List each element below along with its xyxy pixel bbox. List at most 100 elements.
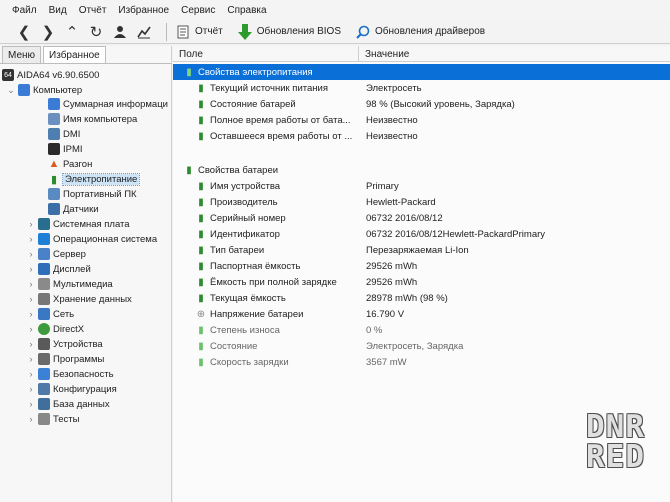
toolbar-separator — [166, 22, 167, 41]
column-value[interactable]: Значение — [365, 49, 409, 60]
expand-icon: › — [29, 339, 33, 349]
table-row[interactable]: ▮ Скорость зарядки 3567 mW — [173, 354, 670, 370]
up-icon[interactable]: ⌃ — [62, 22, 82, 42]
menu-file[interactable]: Файл — [12, 5, 37, 16]
battery-icon: ▮ — [198, 180, 204, 192]
tree-item-power[interactable]: ▮ Электропитание — [48, 172, 141, 186]
table-row[interactable]: ▮ Текущая ёмкость 28978 mWh (98 %) — [173, 290, 670, 306]
display-icon — [38, 263, 50, 275]
network-icon — [38, 308, 50, 320]
battery-icon: ▮ — [198, 292, 204, 304]
watermark-line-1: DNR — [586, 409, 645, 445]
tree-item-programs[interactable]: › Программы — [26, 352, 104, 366]
database-icon — [38, 398, 50, 410]
table-row[interactable]: ▮ Идентификатор 06732 2016/08/12Hewlett-P… — [173, 226, 670, 242]
table-row[interactable]: ▮ Состояние Электросеть, Зарядка — [173, 338, 670, 354]
menu-view[interactable]: Вид — [49, 5, 67, 16]
tree-item-network[interactable]: › Сеть — [26, 307, 74, 321]
tree-item-dmi[interactable]: DMI — [48, 127, 80, 141]
table-row[interactable]: ▮ Оставшееся время работы от ... Неизвест… — [173, 128, 670, 144]
table-row[interactable]: ▮ Тип батареи Перезаряжаемая Li-Ion — [173, 242, 670, 258]
server-icon — [38, 248, 50, 260]
table-row[interactable]: ▮ Текущий источник питания Электросеть — [173, 80, 670, 96]
flame-icon: ▲ — [48, 158, 60, 170]
table-row[interactable]: ▮ Состояние батарей 98 % (Высокий уровень… — [173, 96, 670, 112]
tree-item-overclock[interactable]: ▲ Разгон — [48, 157, 93, 171]
tree-item-directx[interactable]: › DirectX — [26, 322, 84, 336]
expand-icon: › — [29, 279, 33, 289]
download-arrow-icon — [237, 23, 253, 40]
nav-tabs: Меню Избранное — [0, 46, 171, 64]
battery-icon: ▮ — [198, 196, 204, 208]
column-field[interactable]: Поле — [179, 49, 203, 60]
menu-help[interactable]: Справка — [227, 5, 266, 16]
tree-item-security[interactable]: › Безопасность — [26, 367, 114, 381]
tab-menu[interactable]: Меню — [2, 46, 42, 63]
table-row[interactable]: ▮ Серийный номер 06732 2016/08/12 — [173, 210, 670, 226]
watermark-line-2: RED — [586, 439, 645, 475]
aida64-icon: 64 — [2, 69, 14, 81]
refresh-icon[interactable]: ↻ — [86, 22, 106, 42]
report-button[interactable]: Отчёт — [175, 24, 223, 40]
tree-item-database[interactable]: › База данных — [26, 397, 110, 411]
menu-report[interactable]: Отчёт — [79, 5, 107, 16]
tree-item-display[interactable]: › Дисплей — [26, 262, 91, 276]
tree-item-config[interactable]: › Конфигурация — [26, 382, 117, 396]
table-row[interactable]: ▮ Полное время работы от бата... Неизвест… — [173, 112, 670, 128]
table-row[interactable]: ▮ Степень износа 0 % — [173, 322, 670, 338]
menu-favorites[interactable]: Избранное — [118, 5, 169, 16]
table-row[interactable]: ⊕ Напряжение батареи 16.790 V — [173, 306, 670, 322]
chart-icon[interactable] — [134, 22, 154, 42]
table-row[interactable]: ▮ Производитель Hewlett-Packard — [173, 194, 670, 210]
expand-icon: › — [29, 384, 33, 394]
tree-item-summary[interactable]: Суммарная информаци — [48, 97, 168, 111]
tree-item-devices[interactable]: › Устройства — [26, 337, 103, 351]
watermark-logo: DNR RED — [586, 409, 660, 475]
tree-item-multimedia[interactable]: › Мультимедиа — [26, 277, 113, 291]
programs-icon — [38, 353, 50, 365]
column-divider[interactable] — [358, 46, 359, 62]
tree-item-os[interactable]: › Операционная система — [26, 232, 157, 246]
table-row[interactable]: ▮ Имя устройства Primary — [173, 178, 670, 194]
bios-update-button[interactable]: Обновления BIOS — [237, 23, 341, 40]
tab-favorites[interactable]: Избранное — [43, 46, 106, 63]
tree-item-sensors[interactable]: Датчики — [48, 202, 99, 216]
expand-icon: › — [29, 414, 33, 424]
tree-item-motherboard[interactable]: › Системная плата — [26, 217, 130, 231]
config-icon — [38, 383, 50, 395]
expand-icon: › — [29, 399, 33, 409]
computer-name-icon — [48, 113, 60, 125]
tree-item-portable[interactable]: Портативный ПК — [48, 187, 137, 201]
user-icon[interactable] — [110, 22, 130, 42]
battery-icon: ▮ — [50, 173, 58, 186]
section-power-properties[interactable]: ▮ Свойства электропитания — [173, 64, 670, 80]
tree-item-computer[interactable]: ⌄ Компьютер — [6, 83, 82, 97]
tree-item-computer-name[interactable]: Имя компьютера — [48, 112, 137, 126]
driver-update-button[interactable]: Обновления драйверов — [355, 24, 485, 40]
tree-item-ipmi[interactable]: IPMI — [48, 142, 83, 156]
menu-service[interactable]: Сервис — [181, 5, 215, 16]
tree-root-aida64[interactable]: 64 AIDA64 v6.90.6500 — [2, 68, 99, 82]
tree-item-tests[interactable]: › Тесты — [26, 412, 79, 426]
bios-update-label: Обновления BIOS — [256, 26, 341, 37]
toolbar: ❮ ❯ ⌃ ↻ Отчёт Обновления BIOS Обновления… — [0, 20, 670, 44]
collapse-icon: ⌄ — [7, 84, 15, 95]
magnifier-icon — [355, 24, 371, 40]
storage-icon — [38, 293, 50, 305]
expand-icon: › — [29, 294, 33, 304]
forward-icon[interactable]: ❯ — [38, 22, 58, 42]
expand-icon: › — [29, 234, 33, 244]
windows-icon — [38, 233, 50, 245]
tree-item-storage[interactable]: › Хранение данных — [26, 292, 132, 306]
battery-icon: ▮ — [198, 98, 204, 110]
expand-icon: › — [29, 369, 33, 379]
expand-icon: › — [29, 309, 33, 319]
battery-icon: ▮ — [198, 212, 204, 224]
table-row[interactable]: ▮ Ёмкость при полной зарядке 29526 mWh — [173, 274, 670, 290]
dmi-icon — [48, 128, 60, 140]
directx-icon — [38, 323, 50, 335]
table-row[interactable]: ▮ Паспортная ёмкость 29526 mWh — [173, 258, 670, 274]
back-icon[interactable]: ❮ — [14, 22, 34, 42]
tree-item-server[interactable]: › Сервер — [26, 247, 86, 261]
section-battery-properties[interactable]: ▮ Свойства батареи — [173, 162, 670, 178]
